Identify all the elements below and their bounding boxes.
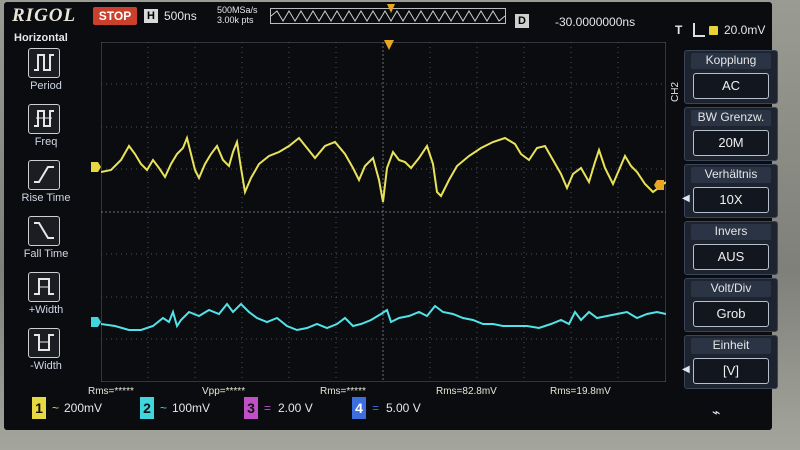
ch2-number: 2 xyxy=(140,397,154,419)
volt-div-value[interactable]: Grob xyxy=(693,301,769,327)
probe-ratio-section[interactable]: Verhältnis ◀ 10X xyxy=(682,164,778,218)
channel-tag: CH2 xyxy=(670,81,681,102)
adjust-arrow-icon: ◀ xyxy=(682,193,690,204)
channel-bar: 1 ~ 200mV 2 ~ 100mV 3 = 2.00 V 4 = 5.00 … xyxy=(4,395,800,421)
ch1-scale: 200mV xyxy=(64,401,103,415)
ch3-tab[interactable]: 3 = 2.00 V xyxy=(244,397,344,419)
sample-info: 500MSa/s 3.00k pts xyxy=(217,5,258,25)
probe-ratio-header: Verhältnis xyxy=(691,167,771,183)
coupling-header: Kopplung xyxy=(691,53,771,69)
timebase-label: H xyxy=(144,9,158,23)
positive-width-button[interactable] xyxy=(28,272,60,302)
probe-ratio-value[interactable]: 10X xyxy=(693,187,769,213)
ch4-coupling: = xyxy=(372,401,380,415)
invert-section[interactable]: Invers AUS xyxy=(684,221,778,275)
frequency-icon xyxy=(34,110,54,127)
ch2-scale: 100mV xyxy=(172,401,211,415)
freq-label: Freq xyxy=(34,136,58,148)
ch4-tab[interactable]: 4 = 5.00 V xyxy=(352,397,452,419)
trigger-level[interactable]: 20.0mV xyxy=(724,23,765,37)
coupling-section[interactable]: Kopplung AC xyxy=(684,50,778,104)
delay-value[interactable]: -30.0000000ns xyxy=(555,15,635,29)
usb-icon: ⌁ xyxy=(712,404,721,420)
negative-width-label: -Width xyxy=(30,360,62,372)
ch1-tab[interactable]: 1 ~ 200mV xyxy=(32,397,132,419)
unit-section[interactable]: Einheit ◀ [V] xyxy=(682,335,778,389)
ch3-coupling: = xyxy=(264,401,272,415)
memory-waveform-icon xyxy=(271,10,505,22)
ch2-tab[interactable]: 2 ~ 100mV xyxy=(140,397,240,419)
coupling-value[interactable]: AC xyxy=(693,73,769,99)
horizontal-measure-menu: Horizontal Period Freq Rise Time Fall Ti… xyxy=(8,32,78,392)
bandwidth-value[interactable]: 20M xyxy=(693,130,769,156)
ch2-offset-marker[interactable] xyxy=(91,317,101,327)
volt-div-section[interactable]: Volt/Div Grob xyxy=(684,278,778,332)
menu-title: Horizontal xyxy=(14,32,68,44)
volt-div-header: Volt/Div xyxy=(691,281,771,297)
fall-time-icon xyxy=(34,222,54,239)
run-stop-status[interactable]: STOP xyxy=(93,7,137,25)
trigger-edge-icon xyxy=(693,23,705,37)
positive-width-icon xyxy=(34,278,54,295)
rise-time-button[interactable] xyxy=(28,160,60,190)
ch4-number: 4 xyxy=(352,397,366,419)
negative-width-icon xyxy=(34,334,54,351)
invert-value[interactable]: AUS xyxy=(693,244,769,270)
ch4-scale: 5.00 V xyxy=(386,401,421,415)
ch3-number: 3 xyxy=(244,397,258,419)
memory-depth: 3.00k pts xyxy=(217,15,254,25)
freq-button[interactable] xyxy=(28,104,60,134)
sample-rate: 500MSa/s xyxy=(217,5,258,15)
trigger-label: T xyxy=(675,23,683,37)
unit-header: Einheit xyxy=(691,338,771,354)
adjust-arrow-icon: ◀ xyxy=(682,364,690,375)
ch1-offset-marker[interactable] xyxy=(91,162,101,172)
rise-time-icon xyxy=(34,166,54,183)
delay-label: D xyxy=(515,14,529,28)
oscilloscope-screen: RIGOL STOP H 500ns 500MSa/s 3.00k pts D … xyxy=(4,2,778,430)
period-button[interactable] xyxy=(28,48,60,78)
bandwidth-header: BW Grenzw. xyxy=(691,110,771,126)
period-label: Period xyxy=(30,80,62,92)
ch2-coupling: ~ xyxy=(160,401,168,415)
fall-time-label: Fall Time xyxy=(23,248,69,260)
period-icon xyxy=(34,54,54,71)
rise-time-label: Rise Time xyxy=(21,192,71,204)
ch3-scale: 2.00 V xyxy=(278,401,313,415)
negative-width-button[interactable] xyxy=(28,328,60,358)
memory-overview-bar xyxy=(270,8,506,24)
bandwidth-section[interactable]: BW Grenzw. 20M xyxy=(684,107,778,161)
unit-value[interactable]: [V] xyxy=(693,358,769,384)
waveform-grid xyxy=(101,42,666,382)
positive-width-label: +Width xyxy=(28,304,64,316)
fall-time-button[interactable] xyxy=(28,216,60,246)
ch1-coupling: ~ xyxy=(52,401,60,415)
trigger-source-icon xyxy=(709,26,718,35)
ch1-number: 1 xyxy=(32,397,46,419)
timebase-value[interactable]: 500ns xyxy=(164,9,197,23)
brand-logo: RIGOL xyxy=(12,5,77,26)
invert-header: Invers xyxy=(691,224,771,240)
